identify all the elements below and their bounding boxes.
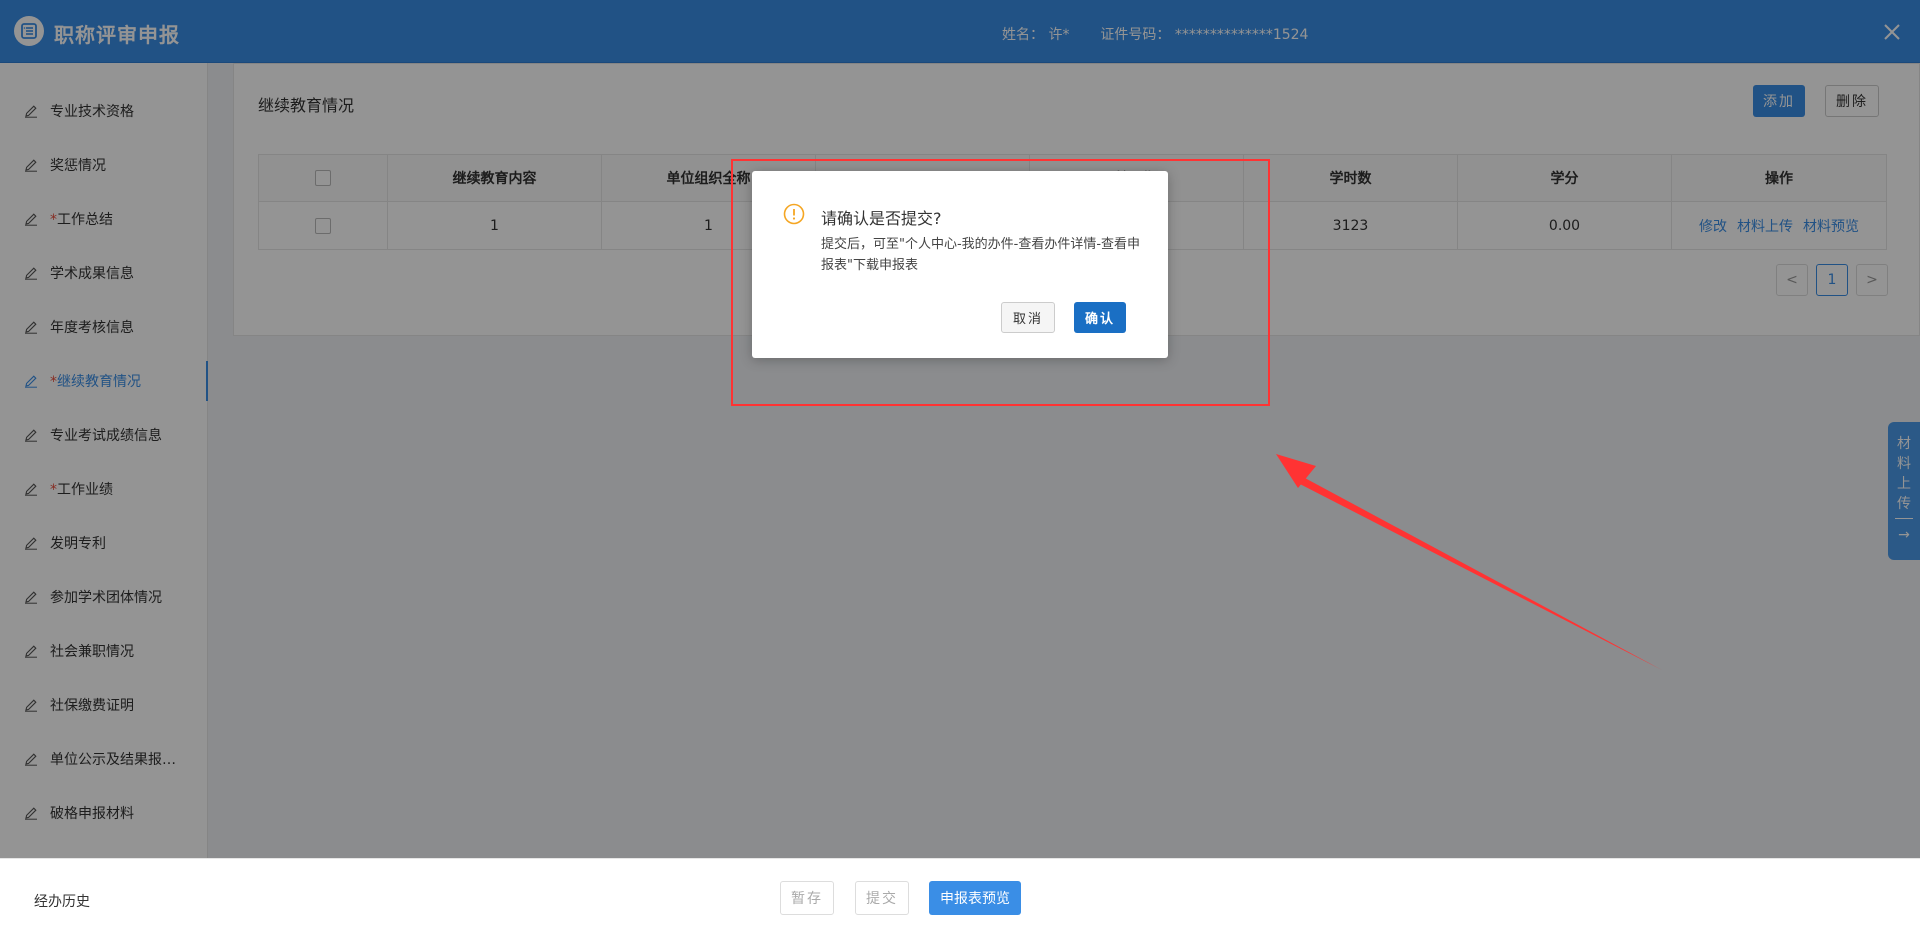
submit-button[interactable]: 提交 [855,881,909,915]
history-link[interactable]: 经办历史 [34,891,90,911]
preview-form-button[interactable]: 申报表预览 [929,881,1021,915]
annotation-box [731,159,1270,406]
modal-overlay [0,0,1920,858]
footer-bar: 经办历史 暂存 提交 申报表预览 [0,858,1920,940]
save-draft-button[interactable]: 暂存 [780,881,834,915]
